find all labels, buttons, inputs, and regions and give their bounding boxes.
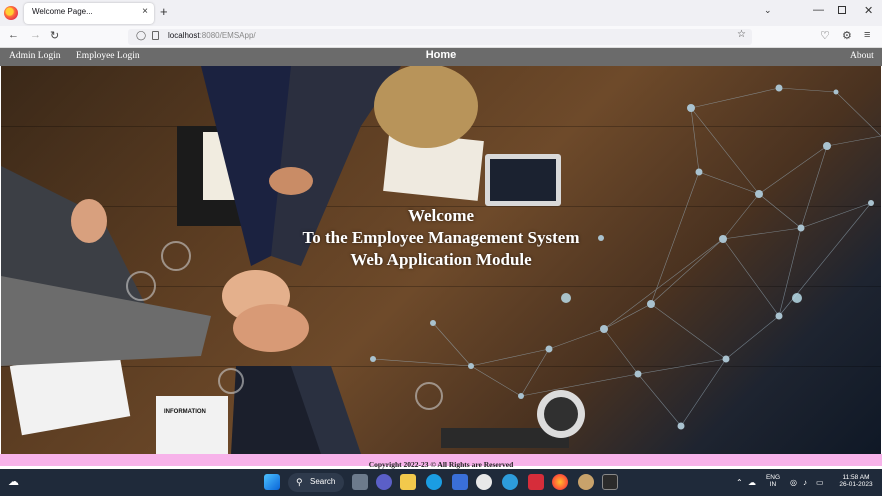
hero-banner: INFORMATION Welcome To the Employee Mana… (1, 66, 881, 454)
browser-tab[interactable]: Welcome Page... × (24, 3, 154, 24)
forward-arrow-icon[interactable]: → (30, 29, 41, 41)
welcome-module-line: Web Application Module (350, 250, 532, 269)
page-info-icon[interactable] (152, 31, 159, 40)
language-code: ENG (765, 474, 781, 481)
copyright-text: Copyright 2022-23 © All Rights are Reser… (368, 460, 514, 469)
about-link[interactable]: About (850, 51, 874, 61)
tab-title: Welcome Page... (32, 7, 93, 16)
region-code: IN (769, 481, 777, 488)
app-shield-icon[interactable] (528, 474, 544, 490)
window-maximize-button[interactable] (838, 6, 846, 14)
person-head-illustration (374, 66, 478, 148)
globe-icon[interactable]: ◎ (790, 478, 797, 487)
windows-start-icon[interactable] (264, 474, 280, 490)
pocket-icon[interactable]: ♡ (820, 29, 830, 42)
hand-illustration (233, 304, 309, 352)
new-tab-button[interactable]: + (160, 4, 168, 19)
battery-icon[interactable]: ▭ (816, 478, 824, 487)
firefox-icon[interactable] (4, 6, 18, 20)
chat-icon[interactable] (376, 474, 392, 490)
task-view-icon[interactable] (352, 474, 368, 490)
edge-icon[interactable] (426, 474, 442, 490)
firefox-taskbar-icon[interactable] (552, 474, 568, 490)
bookmark-star-icon[interactable]: ☆ (737, 29, 746, 40)
tablet-screen (490, 159, 556, 201)
clock-face (544, 397, 578, 431)
menu-icon[interactable]: ≡ (864, 29, 870, 41)
browser-navigation-bar: ← → ↻ ◯ localhost:8080/EMSApp/ ☆ ♡ ⚙ ≡ (0, 26, 882, 48)
window-close-button[interactable]: ✕ (864, 4, 873, 17)
store-icon[interactable] (452, 474, 468, 490)
extensions-icon[interactable]: ⚙ (842, 29, 852, 42)
tab-close-icon[interactable]: × (142, 6, 148, 17)
shield-icon[interactable]: ◯ (136, 30, 146, 41)
search-icon: ⚲ (296, 477, 303, 487)
information-paper (156, 396, 228, 454)
taskbar-search-label: Search (310, 477, 336, 486)
tray-chevron-up-icon[interactable]: ⌃ (736, 478, 743, 487)
information-paper-heading: INFORMATION (164, 409, 206, 415)
tab-list-chevron-icon[interactable]: ⌄ (764, 5, 772, 16)
language-indicator[interactable]: ENG IN (764, 474, 782, 488)
terminal-icon[interactable] (602, 474, 618, 490)
settings-gear-icon[interactable] (578, 474, 594, 490)
network-glow (792, 293, 802, 303)
vscode-icon[interactable] (502, 474, 518, 490)
clock-date: 26-01-2023 (839, 481, 873, 488)
employee-login-link[interactable]: Employee Login (76, 51, 140, 61)
window-minimize-button[interactable]: — (813, 4, 824, 16)
reload-icon[interactable]: ↻ (50, 29, 59, 42)
weather-icon[interactable]: ☁ (8, 475, 19, 488)
back-arrow-icon[interactable]: ← (8, 29, 19, 41)
taskbar-search[interactable]: ⚲ Search (288, 473, 344, 492)
address-bar[interactable]: ◯ localhost:8080/EMSApp/ ☆ (128, 29, 752, 45)
windows-taskbar: ☁ ⚲ Search ⌃ ☁ ENG IN ◎ ♪ ▭ 11:58 AM 26-… (0, 469, 882, 496)
app-header: Home Admin Login Employee Login About (0, 48, 882, 66)
glass-illustration (415, 382, 443, 410)
browser-tab-strip: Welcome Page... × + ⌄ — ✕ (0, 0, 882, 26)
onedrive-icon[interactable]: ☁ (748, 478, 756, 487)
url-text[interactable]: localhost:8080/EMSApp/ (168, 31, 256, 40)
welcome-heading: Welcome (407, 206, 475, 225)
app-footer: Copyright 2022-23 © All Rights are Reser… (0, 454, 882, 469)
clock[interactable]: 11:58 AM 26-01-2023 (834, 474, 878, 488)
file-explorer-icon[interactable] (400, 474, 416, 490)
admin-login-link[interactable]: Admin Login (9, 51, 60, 61)
hand-illustration (269, 167, 313, 195)
welcome-subheading: To the Employee Management System (302, 228, 580, 247)
volume-icon[interactable]: ♪ (803, 478, 807, 487)
github-icon[interactable] (476, 474, 492, 490)
clock-time: 11:58 AM (842, 474, 870, 481)
network-glow (561, 293, 571, 303)
